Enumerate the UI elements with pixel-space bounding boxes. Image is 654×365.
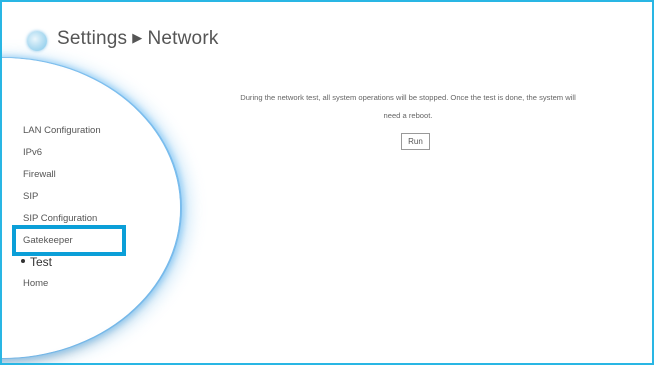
- run-button[interactable]: Run: [401, 133, 430, 150]
- sidebar-item-home[interactable]: Home: [23, 278, 48, 289]
- sidebar-item-label: Test: [30, 255, 53, 269]
- sidebar-item-label: Home: [23, 278, 49, 289]
- sidebar-item-test[interactable]: Test: [21, 255, 52, 269]
- gatekeeper-highlight-box: [12, 225, 126, 256]
- breadcrumb-network: Network: [147, 28, 219, 49]
- breadcrumb: Settings ▶ Network: [57, 28, 219, 50]
- sidebar-item-sip[interactable]: SIP: [23, 191, 38, 202]
- page-header: Settings ▶ Network: [27, 24, 219, 54]
- sidebar-item-lan-configuration[interactable]: LAN Configuration: [23, 125, 101, 136]
- sidebar-item-firewall[interactable]: Firewall: [23, 169, 56, 180]
- sidebar-item-label: Firewall: [23, 169, 56, 180]
- breadcrumb-separator-icon: ▶: [132, 30, 143, 45]
- network-test-message: During the network test, all system oper…: [240, 93, 576, 120]
- logo-icon: [27, 31, 47, 51]
- sidebar-item-label: LAN Configuration: [23, 125, 101, 136]
- sidebar-item-label: SIP Configuration: [23, 213, 98, 224]
- app-window: Settings ▶ Network LAN Configuration IPv6 …: [0, 0, 654, 365]
- sidebar-item-label: IPv6: [23, 147, 43, 158]
- menu-orb-inner: [2, 66, 172, 350]
- sidebar-item-ipv6[interactable]: IPv6: [23, 147, 42, 158]
- sidebar-item-sip-configuration[interactable]: SIP Configuration: [23, 213, 97, 224]
- sidebar-item-label: SIP: [23, 191, 39, 202]
- active-bullet-icon: [21, 258, 25, 263]
- breadcrumb-settings[interactable]: Settings: [57, 28, 127, 49]
